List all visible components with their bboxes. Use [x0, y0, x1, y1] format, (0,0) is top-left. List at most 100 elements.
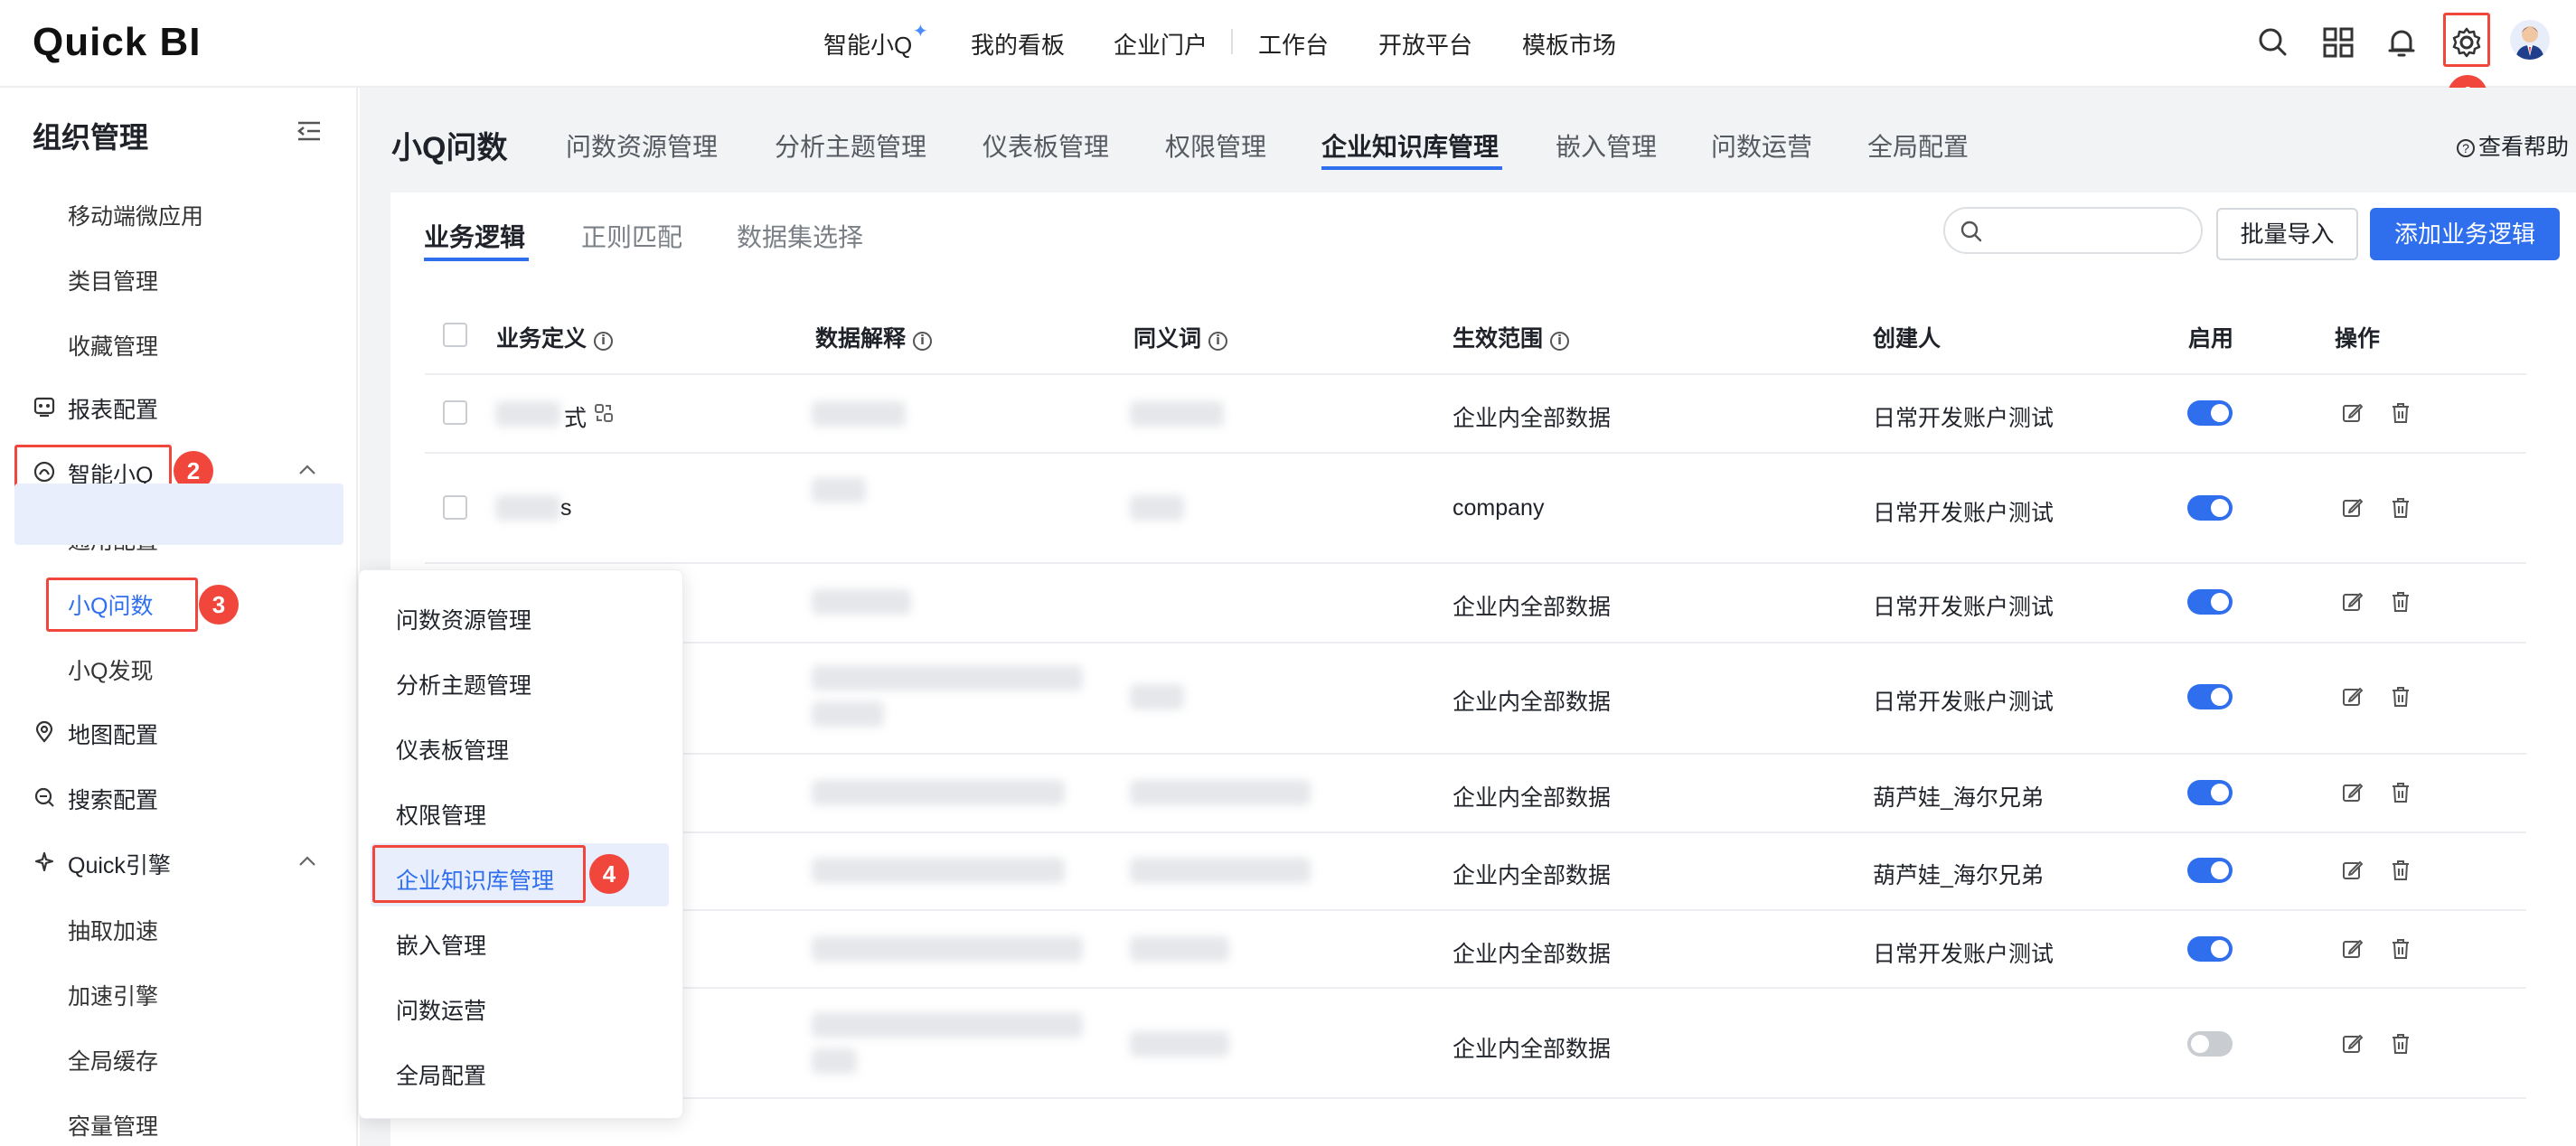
- delete-icon[interactable]: [2389, 401, 2412, 425]
- engine-icon: [34, 851, 54, 872]
- enable-toggle[interactable]: [2187, 858, 2233, 883]
- delete-icon[interactable]: [2389, 937, 2412, 961]
- dropdown-item-dashboard[interactable]: 仪表板管理: [396, 733, 509, 766]
- topnav-my-dashboard[interactable]: 我的看板: [971, 27, 1065, 61]
- redacted-text: [1130, 858, 1311, 883]
- bell-icon[interactable]: [2384, 25, 2419, 60]
- delete-icon[interactable]: [2389, 781, 2412, 804]
- subtab-business-logic[interactable]: 业务逻辑: [424, 218, 525, 254]
- enable-toggle[interactable]: [2187, 495, 2233, 521]
- edit-icon[interactable]: [2341, 685, 2364, 709]
- info-icon[interactable]: i: [1550, 332, 1570, 351]
- column-header-synonyms: 同义词 i: [1133, 321, 1228, 353]
- chevron-up-icon[interactable]: [296, 463, 318, 477]
- tab-q-operation[interactable]: 问数运营: [1711, 127, 1812, 164]
- sidebar-item-favorites[interactable]: 收藏管理: [68, 329, 158, 362]
- dropdown-item-q-operation[interactable]: 问数运营: [396, 993, 486, 1026]
- enable-toggle[interactable]: [2187, 780, 2233, 805]
- sidebar-active-background: [14, 484, 343, 545]
- tab-permission[interactable]: 权限管理: [1165, 127, 1266, 164]
- highlight-box-gear: [2443, 13, 2490, 67]
- sidebar-item-quick-engine[interactable]: Quick引擎: [68, 848, 171, 880]
- help-label: 查看帮助: [2478, 135, 2570, 160]
- column-label: 同义词: [1133, 326, 1202, 352]
- info-icon[interactable]: i: [913, 332, 933, 351]
- topnav-portal[interactable]: 企业门户: [1114, 27, 1208, 61]
- sidebar-item-extract-accel[interactable]: 抽取加速: [68, 914, 158, 946]
- tab-dashboard[interactable]: 仪表板管理: [982, 127, 1109, 164]
- subtab-regex[interactable]: 正则匹配: [581, 218, 682, 254]
- redacted-text: [812, 665, 1083, 690]
- row-checkbox[interactable]: [443, 400, 467, 425]
- batch-import-button[interactable]: 批量导入: [2216, 208, 2358, 260]
- tab-embed[interactable]: 嵌入管理: [1556, 127, 1657, 164]
- add-business-logic-button[interactable]: 添加业务逻辑: [2370, 208, 2560, 260]
- row-divider: [425, 753, 2526, 755]
- column-header-creator: 创建人: [1873, 326, 1941, 352]
- tab-q-resources[interactable]: 问数资源管理: [566, 127, 718, 164]
- edit-icon[interactable]: [2341, 401, 2364, 425]
- info-icon[interactable]: i: [1208, 332, 1228, 351]
- tab-analysis-topic[interactable]: 分析主题管理: [775, 127, 926, 164]
- info-icon[interactable]: i: [594, 332, 614, 351]
- row-creator: 葫芦娃_海尔兄弟: [1873, 785, 2044, 811]
- sidebar-item-capacity[interactable]: 容量管理: [68, 1109, 158, 1141]
- edit-icon[interactable]: [2341, 937, 2364, 961]
- enable-toggle[interactable]: [2187, 589, 2233, 615]
- topnav-template-market[interactable]: 模板市场: [1522, 27, 1616, 61]
- row-divider: [425, 452, 2526, 454]
- dropdown-item-embed[interactable]: 嵌入管理: [396, 928, 486, 961]
- redacted-text: [812, 589, 911, 615]
- grid-apps-icon[interactable]: [2321, 25, 2355, 60]
- topnav-workbench[interactable]: 工作台: [1258, 27, 1329, 61]
- topnav-smart-q[interactable]: 智能小Q: [823, 27, 912, 61]
- sidebar-item-q-discover[interactable]: 小Q发现: [68, 653, 153, 686]
- sidebar-item-search-config[interactable]: 搜索配置: [68, 783, 158, 815]
- sidebar-item-accel-engine[interactable]: 加速引擎: [68, 979, 158, 1011]
- sidebar-item-global-cache[interactable]: 全局缓存: [68, 1044, 158, 1076]
- search-input[interactable]: [1943, 207, 2203, 254]
- sidebar-item-map-config[interactable]: 地图配置: [68, 718, 158, 750]
- delete-icon[interactable]: [2389, 1032, 2412, 1056]
- select-all-checkbox[interactable]: [443, 323, 467, 347]
- edit-icon[interactable]: [2341, 781, 2364, 804]
- sidebar-item-category[interactable]: 类目管理: [68, 264, 158, 296]
- edit-icon[interactable]: [2341, 1032, 2364, 1056]
- avatar[interactable]: [2510, 20, 2550, 60]
- formula-icon[interactable]: [593, 402, 615, 424]
- delete-icon[interactable]: [2389, 496, 2412, 520]
- chevron-up-icon[interactable]: [296, 854, 318, 869]
- delete-icon[interactable]: [2389, 859, 2412, 882]
- sidebar-item-report-config[interactable]: 报表配置: [68, 392, 158, 425]
- dropdown-item-q-resources[interactable]: 问数资源管理: [396, 603, 531, 635]
- redacted-text: [1130, 401, 1224, 427]
- row-scope: 企业内全部数据: [1453, 942, 1612, 967]
- search-icon[interactable]: [2256, 25, 2290, 60]
- collapse-menu-icon[interactable]: [296, 120, 322, 142]
- dropdown-item-analysis-topic[interactable]: 分析主题管理: [396, 668, 531, 700]
- table-header-divider: [425, 373, 2526, 375]
- tab-knowledge-base[interactable]: 企业知识库管理: [1321, 127, 1499, 164]
- subtab-dataset-select[interactable]: 数据集选择: [737, 218, 863, 254]
- row-creator: 葫芦娃_海尔兄弟: [1873, 863, 2044, 888]
- dropdown-item-global-config[interactable]: 全局配置: [396, 1058, 486, 1091]
- edit-icon[interactable]: [2341, 859, 2364, 882]
- row-scope: 企业内全部数据: [1453, 406, 1612, 431]
- tab-global-config[interactable]: 全局配置: [1867, 127, 1969, 164]
- delete-icon[interactable]: [2389, 590, 2412, 614]
- help-link[interactable]: ? 查看帮助: [2457, 129, 2569, 162]
- edit-icon[interactable]: [2341, 590, 2364, 614]
- enable-toggle[interactable]: [2187, 400, 2233, 426]
- row-definition-tail: s: [560, 495, 572, 521]
- redacted-text: [812, 1012, 1083, 1038]
- delete-icon[interactable]: [2389, 685, 2412, 709]
- topnav-open-platform[interactable]: 开放平台: [1378, 27, 1472, 61]
- redacted-text: [812, 858, 1065, 883]
- row-checkbox[interactable]: [443, 495, 467, 520]
- sidebar-item-mobile-app[interactable]: 移动端微应用: [68, 199, 203, 231]
- enable-toggle[interactable]: [2187, 936, 2233, 962]
- enable-toggle[interactable]: [2187, 1031, 2233, 1057]
- edit-icon[interactable]: [2341, 496, 2364, 520]
- enable-toggle[interactable]: [2187, 684, 2233, 709]
- dropdown-item-permission[interactable]: 权限管理: [396, 798, 486, 831]
